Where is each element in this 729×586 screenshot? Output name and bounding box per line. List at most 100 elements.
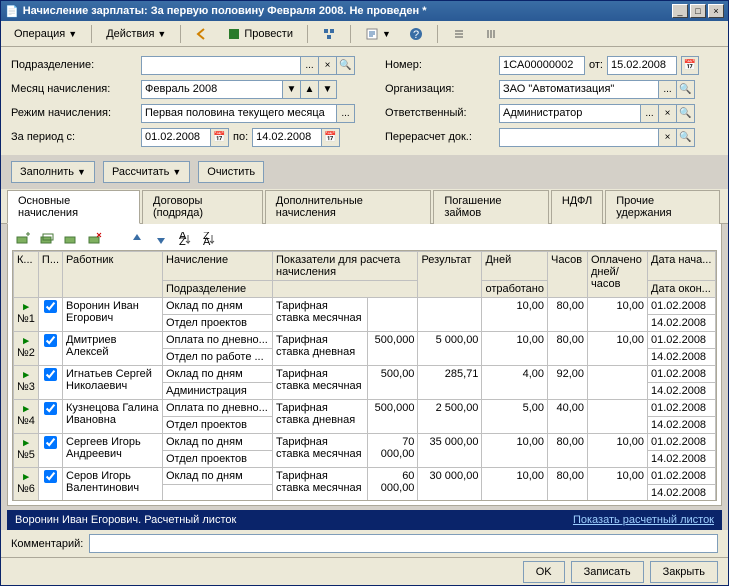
resp-input[interactable] — [499, 104, 641, 123]
cell-indic-val[interactable]: 500,000 — [367, 332, 418, 366]
cell-hours[interactable]: 80,00 — [548, 434, 588, 468]
month-down-icon[interactable]: ▼ — [319, 80, 337, 99]
tab-main-accruals[interactable]: Основные начисления — [7, 190, 140, 224]
cell-worker[interactable]: Кузнецова Галина Ивановна — [63, 400, 163, 434]
col-hours[interactable]: Часов — [548, 252, 588, 298]
cell-indic-val[interactable] — [367, 298, 418, 332]
cell-paid[interactable]: 10,00 — [588, 468, 648, 502]
resp-ellipsis[interactable]: ... — [641, 104, 659, 123]
help-icon[interactable]: ? — [402, 24, 430, 44]
sort-asc-icon[interactable]: AZ — [176, 230, 194, 248]
report-icon[interactable]: ▼ — [358, 24, 398, 44]
cell-worker[interactable]: Воронин Иван Егорович — [63, 298, 163, 332]
tab-loans[interactable]: Погашение займов — [433, 190, 548, 224]
col-p[interactable]: П... — [38, 252, 62, 298]
cell-paid[interactable] — [588, 400, 648, 434]
cell-indic-val[interactable]: 500,00 — [367, 366, 418, 400]
cell-result[interactable]: 5 000,00 — [418, 332, 482, 366]
cell-dept[interactable]: Отдел проектов — [163, 417, 273, 434]
col-worker[interactable]: Работник — [63, 252, 163, 298]
close-form-button[interactable]: Закрыть — [650, 561, 718, 583]
cell-accrual[interactable]: Оклад по дням — [163, 468, 273, 485]
cell-days[interactable]: 10,00 — [482, 332, 548, 366]
back-icon[interactable] — [188, 24, 216, 44]
move-down-icon[interactable] — [152, 230, 170, 248]
cell-indicator[interactable]: Тарифная ставка месячная — [273, 366, 368, 400]
mode-input[interactable] — [141, 104, 337, 123]
cell-indicator[interactable]: Тарифная ставка дневная — [273, 400, 368, 434]
cell-date-start[interactable]: 01.02.2008 — [648, 400, 716, 417]
recalc-input[interactable] — [499, 128, 659, 147]
actions-menu[interactable]: Действия▼ — [99, 24, 173, 44]
cell-days[interactable]: 10,00 — [482, 298, 548, 332]
resp-search-icon[interactable]: 🔍 — [677, 104, 695, 123]
grid[interactable]: К... П... Работник Начисление Показатели… — [12, 250, 717, 501]
cell-date-end[interactable]: 14.02.2008 — [648, 315, 716, 332]
cell-date-start[interactable]: 01.02.2008 — [648, 434, 716, 451]
table-row[interactable]: ▸№3Игнатьев Сергей НиколаевичОклад по дн… — [14, 366, 716, 383]
period-from-input[interactable] — [141, 128, 211, 147]
resp-clear[interactable]: × — [659, 104, 677, 123]
col-result[interactable]: Результат — [418, 252, 482, 298]
period-to-cal-icon[interactable]: 📅 — [322, 128, 340, 147]
cell-date-end[interactable]: 14.02.2008 — [648, 349, 716, 366]
mode-ellipsis[interactable]: ... — [337, 104, 355, 123]
podrazd-clear[interactable]: × — [319, 56, 337, 75]
cell-indic-val[interactable]: 500,000 — [367, 400, 418, 434]
structure-icon[interactable] — [315, 24, 343, 44]
number-input[interactable] — [499, 56, 585, 75]
month-dropdown-icon[interactable]: ▼ — [283, 80, 301, 99]
cell-accrual[interactable]: Оклад по дням — [163, 298, 273, 315]
comment-input[interactable] — [89, 534, 718, 553]
col-indicators[interactable]: Показатели для расчета начисления — [273, 252, 418, 281]
tab-other[interactable]: Прочие удержания — [605, 190, 720, 224]
row-checkbox[interactable] — [44, 334, 57, 347]
cell-hours[interactable]: 92,00 — [548, 366, 588, 400]
cell-date-end[interactable]: 14.02.2008 — [648, 417, 716, 434]
col-accrual[interactable]: Начисление — [163, 252, 273, 281]
col-paid[interactable]: Оплачено дней/часов — [588, 252, 648, 298]
tab-additional[interactable]: Дополнительные начисления — [265, 190, 432, 224]
calc-button[interactable]: Рассчитать▼ — [103, 161, 190, 183]
table-row[interactable]: ▸№4Кузнецова Галина ИвановнаОплата по дн… — [14, 400, 716, 417]
recalc-clear[interactable]: × — [659, 128, 677, 147]
cell-result[interactable]: 35 000,00 — [418, 434, 482, 468]
cell-accrual[interactable]: Оплата по дневно... — [163, 400, 273, 417]
cell-dept[interactable]: Администрация — [163, 383, 273, 400]
org-input[interactable] — [499, 80, 659, 99]
list-icon[interactable] — [445, 24, 473, 44]
cell-date-end[interactable]: 14.02.2008 — [648, 485, 716, 502]
fill-button[interactable]: Заполнить▼ — [11, 161, 95, 183]
cell-days[interactable]: 5,00 — [482, 400, 548, 434]
cell-hours[interactable]: 40,00 — [548, 400, 588, 434]
month-up-icon[interactable]: ▲ — [301, 80, 319, 99]
minimize-button[interactable]: _ — [672, 4, 688, 18]
cell-dept[interactable]: Отдел по работе ... — [163, 349, 273, 366]
cell-result[interactable]: 30 000,00 — [418, 468, 482, 502]
cell-result[interactable]: 285,71 — [418, 366, 482, 400]
close-button[interactable]: × — [708, 4, 724, 18]
cell-paid[interactable]: 10,00 — [588, 298, 648, 332]
cell-days[interactable]: 4,00 — [482, 366, 548, 400]
cell-indicator[interactable]: Тарифная ставка дневная — [273, 332, 368, 366]
col-dept[interactable]: Подразделение — [163, 281, 273, 298]
cell-hours[interactable]: 80,00 — [548, 468, 588, 502]
cell-paid[interactable]: 10,00 — [588, 332, 648, 366]
edit-row-icon[interactable] — [62, 230, 80, 248]
table-row[interactable]: ▸№2Дмитриев АлексейОплата по дневно...Та… — [14, 332, 716, 349]
list2-icon[interactable] — [477, 24, 505, 44]
cell-indicator[interactable]: Тарифная ставка месячная — [273, 468, 368, 502]
row-checkbox[interactable] — [44, 300, 57, 313]
cell-accrual[interactable]: Оплата по дневно... — [163, 332, 273, 349]
recalc-search-icon[interactable]: 🔍 — [677, 128, 695, 147]
row-checkbox[interactable] — [44, 368, 57, 381]
cell-dept[interactable]: Отдел проектов — [163, 315, 273, 332]
cell-accrual[interactable]: Оклад по дням — [163, 434, 273, 451]
cell-worker[interactable]: Дмитриев Алексей — [63, 332, 163, 366]
cell-indicator[interactable]: Тарифная ставка месячная — [273, 434, 368, 468]
delete-row-icon[interactable] — [86, 230, 104, 248]
row-checkbox[interactable] — [44, 402, 57, 415]
period-to-input[interactable] — [252, 128, 322, 147]
org-ellipsis[interactable]: ... — [659, 80, 677, 99]
col-k[interactable]: К... — [14, 252, 39, 298]
